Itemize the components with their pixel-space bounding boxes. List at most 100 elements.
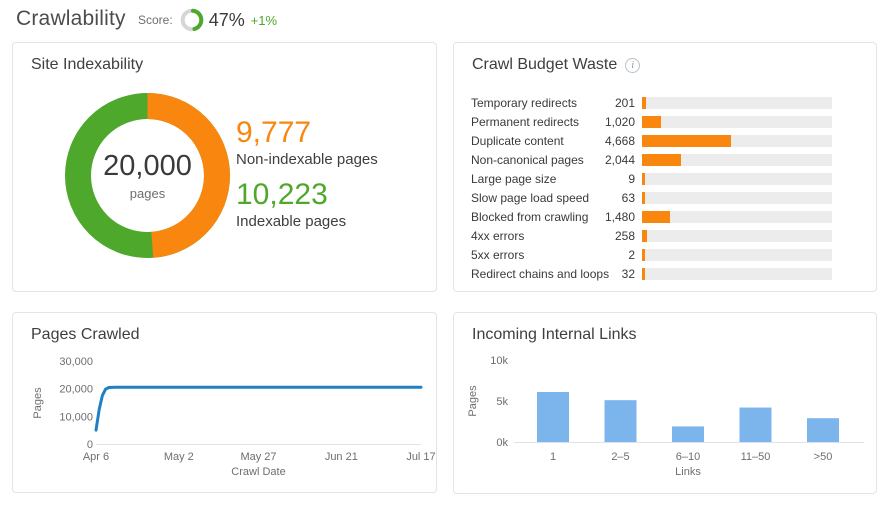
budget-row-value: 201 <box>614 95 635 110</box>
x-tick-label: Jun 21 <box>325 451 358 463</box>
non-indexable-label: Non-indexable pages <box>236 151 378 168</box>
budget-row-bar <box>642 267 645 280</box>
budget-row-value: 258 <box>614 228 635 243</box>
y-tick-label: 30,000 <box>59 356 93 368</box>
bar-6–10 <box>672 426 704 442</box>
budget-waste-rows: Temporary redirects 201 Permanent redirect… <box>471 93 832 283</box>
bar-1 <box>537 391 569 442</box>
budget-row-bar <box>642 96 646 109</box>
pages-crawled-line-series <box>94 385 423 432</box>
budget-row-track <box>642 134 832 147</box>
budget-row-label: 5xx errors <box>471 247 525 262</box>
budget-row-value: 1,020 <box>604 114 635 129</box>
budget-row-track <box>642 248 832 261</box>
x-axis-title: Links <box>675 466 701 478</box>
x-axis-title: Crawl Date <box>231 466 285 478</box>
x-tick-label: Apr 6 <box>83 451 109 463</box>
crawlability-dashboard: Crawlability Score: 47% +1% Site Indexab… <box>0 0 885 505</box>
budget-row-track <box>642 96 832 109</box>
x-tick-label: 11–50 <box>741 451 771 463</box>
budget-row-bar <box>642 115 662 128</box>
card-title-site-indexability: Site Indexability <box>31 56 144 73</box>
budget-row-track <box>642 267 832 280</box>
x-tick-label: >50 <box>814 451 833 463</box>
budget-row-bar <box>642 153 681 166</box>
budget-row-label: Large page size <box>471 171 557 186</box>
indexability-stats: 9,777 Non-indexable pages 10,223 Indexab… <box>236 115 378 239</box>
bar-11–50 <box>739 407 772 442</box>
pages-crawled-card: Pages Crawled 0 10,000 20,000 30,000 Apr 6 Ma… <box>12 312 437 493</box>
y-tick-label: 10,000 <box>59 411 93 423</box>
site-indexability-card: Site Indexability 20,000 pages 9,777 Non… <box>12 42 437 292</box>
total-pages-unit: pages <box>129 186 166 201</box>
budget-row-track <box>642 210 832 223</box>
budget-row-track <box>642 172 832 185</box>
budget-row-value: 9 <box>628 171 635 186</box>
incoming-internal-links-card: Incoming Internal Links 0k 5k 10k 1 2–5 6–10 1… <box>453 312 877 494</box>
budget-row-label: Duplicate content <box>471 133 564 148</box>
budget-row-value: 1,480 <box>604 209 635 224</box>
y-axis-title: Pages <box>467 385 479 417</box>
budget-row-value: 2,044 <box>604 152 635 167</box>
score-label: Score: <box>138 13 173 27</box>
pages-crawled-chart: 0 10,000 20,000 30,000 Apr 6 May 2 May 27 Jun 2… <box>32 356 436 478</box>
incoming-internal-links-chart: 0k 5k 10k 1 2–5 6–10 11–50 >50 Pages Links <box>467 355 864 478</box>
score-widget: Score: 47% +1% <box>138 7 277 33</box>
score-delta: +1% <box>250 12 278 28</box>
indexable-value: 10,223 <box>236 178 328 211</box>
budget-row-bar <box>642 248 645 261</box>
y-tick-label: 0k <box>496 437 508 449</box>
budget-row-bar <box>642 229 647 242</box>
y-tick-label: 0 <box>87 439 93 451</box>
budget-row: Non-canonical pages 2,044 <box>471 150 832 169</box>
x-tick-label: 1 <box>550 451 556 463</box>
budget-row: Temporary redirects 201 <box>471 93 832 112</box>
budget-row: 4xx errors 258 <box>471 226 832 245</box>
score-donut-chart <box>180 8 203 32</box>
budget-row-track <box>642 229 832 242</box>
budget-row-label: Permanent redirects <box>471 114 580 129</box>
budget-row-value: 2 <box>628 247 635 262</box>
donut-center-text: 20,000 pages <box>65 93 230 258</box>
info-icon[interactable]: i <box>625 57 641 73</box>
budget-row-label: Redirect chains and loops <box>471 266 610 281</box>
non-indexable-value: 9,777 <box>236 116 312 149</box>
budget-row-label: Slow page load speed <box>471 190 590 205</box>
x-tick-label: 2–5 <box>611 451 629 463</box>
budget-row: Redirect chains and loops 32 <box>471 264 832 283</box>
budget-row-bar <box>642 191 645 204</box>
budget-row: Large page size 9 <box>471 169 832 188</box>
x-tick-label: May 2 <box>164 451 194 463</box>
budget-row: 5xx errors 2 <box>471 245 832 264</box>
page-header: Crawlability Score: 47% +1% <box>0 0 885 42</box>
budget-row-value: 32 <box>621 266 635 281</box>
indexability-donut: 20,000 pages <box>65 93 230 258</box>
x-tick-label: Jul 17 <box>406 451 435 463</box>
budget-row-bar <box>642 134 731 147</box>
budget-row-label: Non-canonical pages <box>471 152 584 167</box>
budget-row-value: 4,668 <box>604 133 635 148</box>
budget-row-track <box>642 153 832 166</box>
budget-row: Duplicate content 4,668 <box>471 131 832 150</box>
bar->50 <box>807 418 839 442</box>
bar-2–5 <box>604 400 637 442</box>
budget-row: Permanent redirects 1,020 <box>471 112 832 131</box>
budget-row-label: Blocked from crawling <box>471 209 589 224</box>
y-tick-label: 20,000 <box>59 384 93 396</box>
budget-row-bar <box>642 210 671 223</box>
indexable-label: Indexable pages <box>236 213 347 230</box>
crawl-budget-waste-title-text: Crawl Budget Waste <box>472 56 618 73</box>
budget-row-label: Temporary redirects <box>471 95 578 110</box>
budget-row-bar <box>642 172 645 185</box>
crawl-budget-waste-card: Crawl Budget Waste i Temporary redirects… <box>453 42 877 292</box>
x-tick-label: 6–10 <box>676 451 700 463</box>
score-value: 47% <box>208 9 245 30</box>
y-tick-label: 5k <box>496 396 508 408</box>
budget-row-track <box>642 115 832 128</box>
y-tick-label: 10k <box>490 355 508 367</box>
x-tick-label: May 27 <box>240 451 276 463</box>
budget-row-value: 63 <box>621 190 635 205</box>
budget-row: Blocked from crawling 1,480 <box>471 207 832 226</box>
budget-row-track <box>642 191 832 204</box>
y-axis-title: Pages <box>32 387 44 419</box>
